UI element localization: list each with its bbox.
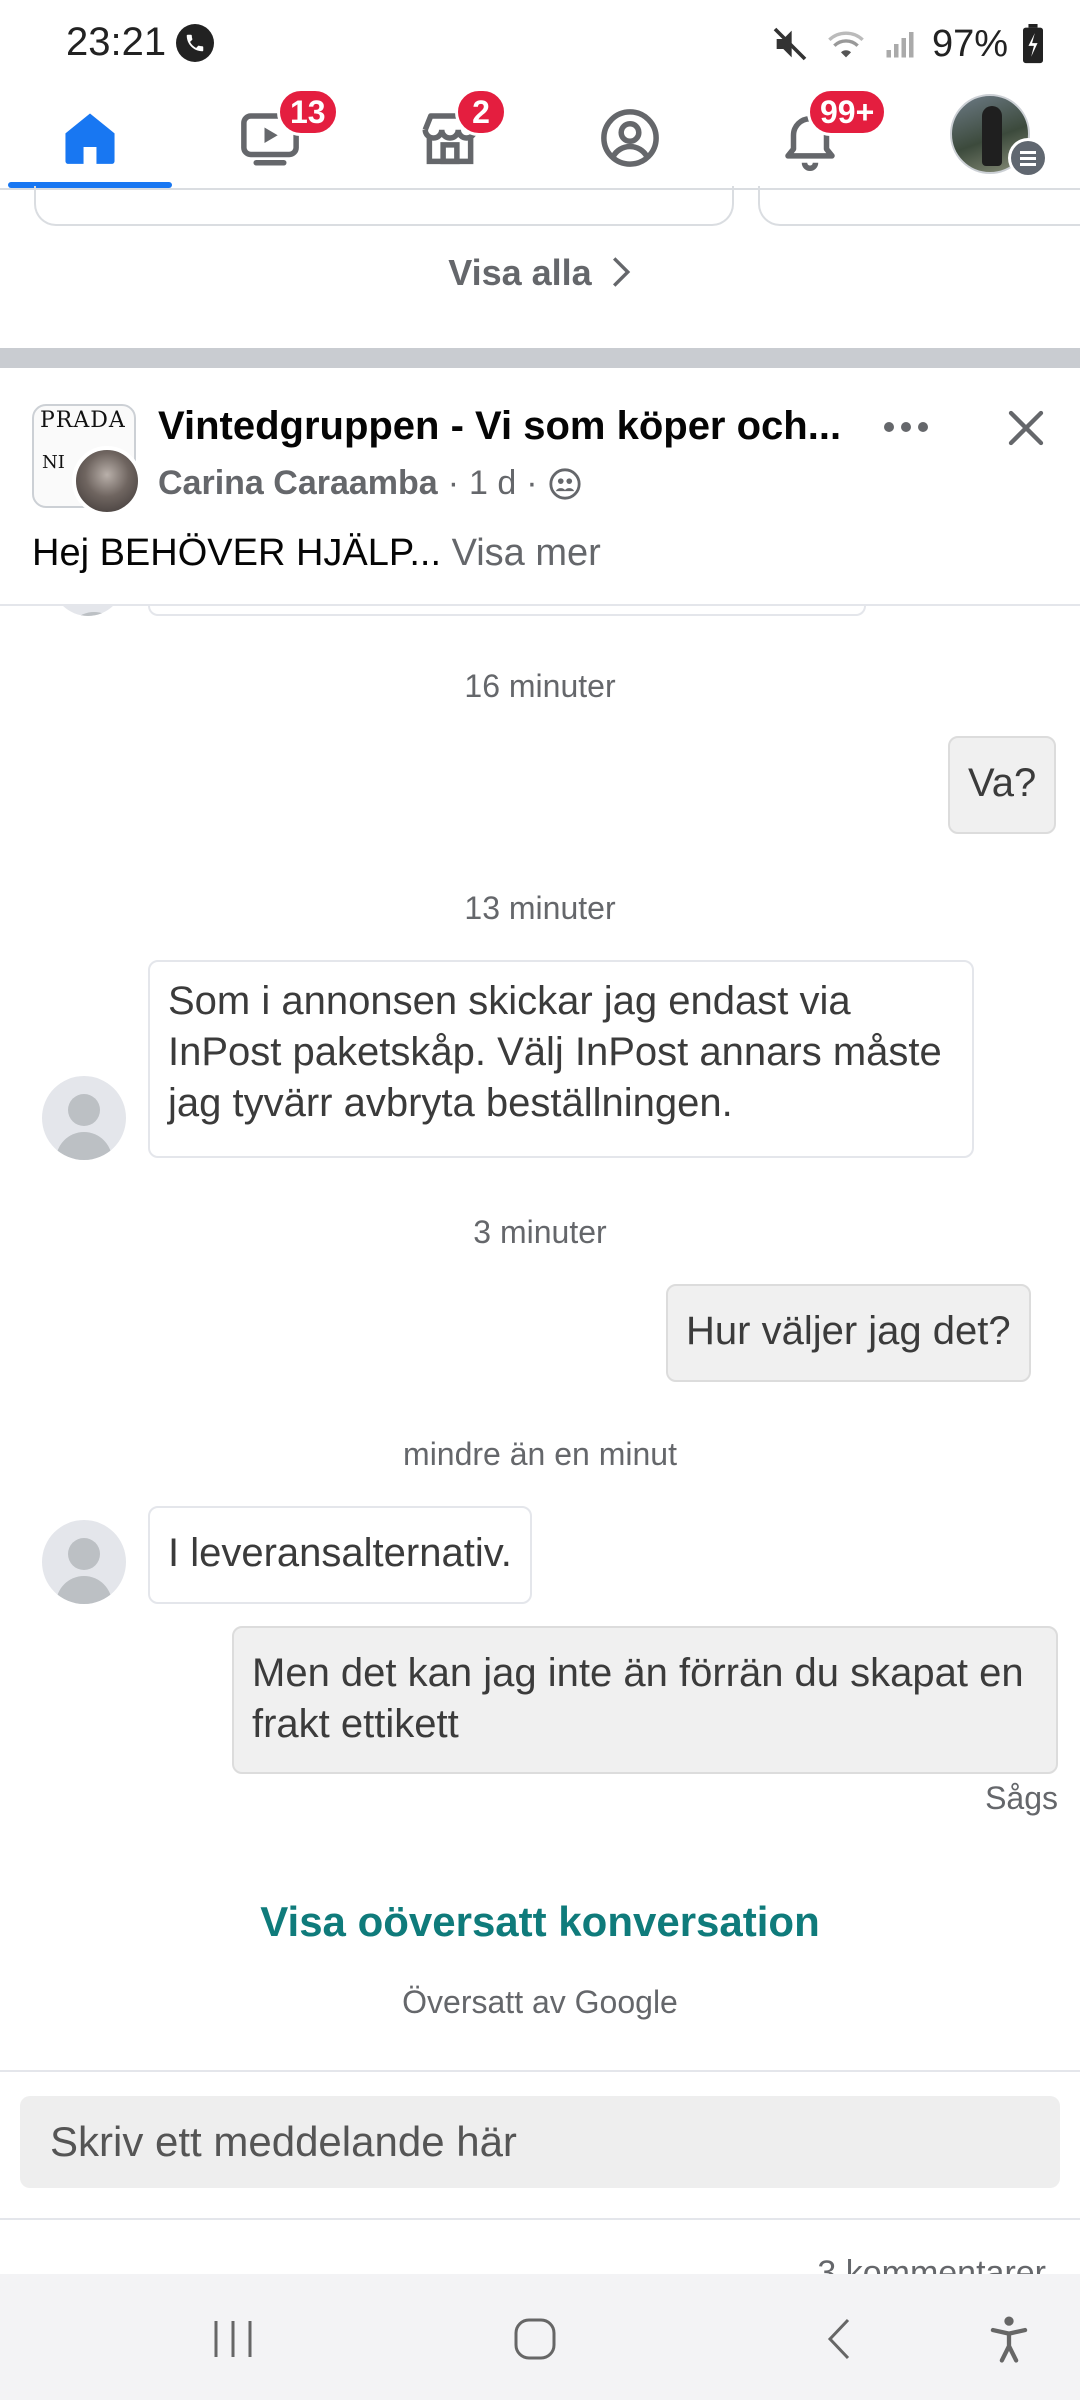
tab-menu[interactable] [905, 86, 1075, 190]
status-time: 23:21 [66, 20, 167, 64]
tab-notifications[interactable]: 99+ [725, 86, 895, 190]
mute-icon [773, 27, 807, 61]
android-navigation-bar [0, 2274, 1080, 2400]
thumb-logo-text: NI [42, 452, 65, 473]
recents-icon [214, 2321, 252, 2357]
signal-icon [886, 32, 914, 58]
back-icon [827, 2318, 850, 2360]
notifications-badge: 99+ [807, 88, 888, 136]
show-all-link[interactable]: Visa alla [0, 252, 1080, 294]
section-divider [0, 348, 1080, 368]
tab-video[interactable]: 13 [185, 86, 355, 190]
battery-percent: 97% [932, 22, 1009, 65]
meta-separator: · [447, 464, 460, 502]
home-button[interactable] [490, 2294, 580, 2384]
sender-avatar[interactable] [42, 1076, 126, 1160]
chevron-right-icon [612, 257, 630, 287]
message-bubble [148, 606, 866, 616]
message-timestamp: 16 minuter [464, 668, 616, 704]
sent-message[interactable]: Men det kan jag inte än förrän du skapat… [232, 1626, 1058, 1774]
post-meta: Carina Caraamba · 1 d · [158, 464, 582, 503]
close-button[interactable] [996, 398, 1056, 458]
more-options-button[interactable] [876, 402, 936, 452]
feed-card [34, 186, 734, 226]
top-navigation: 13 2 99+ [0, 86, 1080, 190]
home-icon [65, 113, 115, 164]
recents-button[interactable] [188, 2294, 278, 2384]
compose-area [0, 2070, 1080, 2220]
status-bar: 23:21 97% [0, 0, 1080, 86]
wifi-icon [828, 31, 864, 58]
sent-message[interactable]: Hur väljer jag det? [666, 1284, 1031, 1382]
message-timestamp: mindre än en minut [403, 1436, 677, 1472]
message-timestamp: 3 minuter [473, 1214, 607, 1250]
meta-separator: · [526, 464, 538, 502]
post-text-body: Hej BEHÖVER HJÄLP... [32, 532, 442, 574]
profile-icon [601, 109, 659, 167]
home-circle-icon [514, 2318, 556, 2360]
author-avatar[interactable] [72, 446, 142, 516]
message-input[interactable] [20, 2096, 1060, 2188]
marketplace-badge: 2 [455, 88, 507, 136]
received-message[interactable]: I leveransalternativ. [148, 1506, 532, 1604]
battery-icon [1023, 24, 1044, 64]
post-time: 1 d [469, 464, 517, 502]
tab-profile[interactable] [545, 86, 715, 190]
see-more-link[interactable]: Visa mer [452, 532, 601, 574]
sender-avatar [52, 606, 124, 616]
show-all-label: Visa alla [448, 252, 592, 293]
seen-status: Sågs [985, 1780, 1058, 1816]
accessibility-button[interactable] [964, 2294, 1054, 2384]
video-badge: 13 [277, 88, 339, 136]
status-icons: 97% [770, 20, 1044, 68]
more-horizontal-icon [884, 422, 928, 432]
post-text: Hej BEHÖVER HJÄLP... Visa mer [32, 532, 601, 575]
group-audience-icon [549, 467, 581, 500]
show-untranslated-link[interactable]: Visa oöversatt konversation [0, 1898, 1080, 1946]
back-button[interactable] [794, 2294, 884, 2384]
accessibility-icon [990, 2316, 1028, 2363]
tab-marketplace[interactable]: 2 [365, 86, 535, 190]
feed-card [758, 186, 1080, 226]
tab-home[interactable] [5, 86, 175, 190]
author-name[interactable]: Carina Caraamba [158, 464, 438, 503]
sent-message[interactable]: Va? [948, 736, 1057, 834]
sender-avatar[interactable] [42, 1520, 126, 1604]
thumb-logo-text: PRADA [40, 408, 126, 433]
group-name[interactable]: Vintedgruppen - Vi som köper och... [158, 404, 878, 449]
phone-call-icon [176, 24, 214, 62]
post-header: PRADA NI C Vintedgruppen - Vi som köper … [0, 368, 1080, 606]
conversation[interactable]: 16 minuter Va? 13 minuter Som i annonsen… [0, 606, 1080, 2070]
close-icon [1008, 410, 1044, 446]
translated-by-label: Översatt av Google [402, 1984, 678, 2020]
message-timestamp: 13 minuter [464, 890, 616, 926]
menu-icon [1008, 138, 1048, 178]
received-message[interactable]: Som i annonsen skickar jag endast via In… [148, 960, 974, 1158]
